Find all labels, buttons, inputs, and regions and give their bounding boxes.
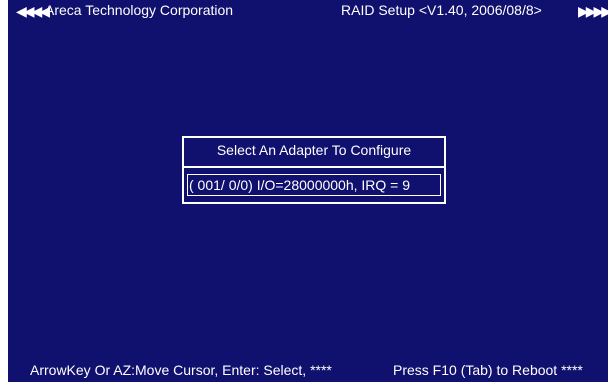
key-help-text: ArrowKey Or AZ:Move Cursor, Enter: Selec… (30, 362, 332, 378)
status-bar: ArrowKey Or AZ:Move Cursor, Enter: Selec… (8, 360, 608, 382)
bios-screen: ◀◀◀◀ Areca Technology Corporation RAID S… (8, 0, 608, 382)
setup-version-title: RAID Setup <V1.40, 2006/08/8> (341, 2, 542, 18)
left-arrow-icon: ◀◀◀◀ (16, 3, 50, 19)
title-bar: ◀◀◀◀ Areca Technology Corporation RAID S… (8, 0, 608, 22)
dialog-divider (184, 166, 444, 168)
right-arrow-icon: ▶▶▶▶ (578, 3, 608, 19)
adapter-select-dialog: Select An Adapter To Configure ( 001/ 0/… (182, 136, 446, 204)
reboot-help-text: Press F10 (Tab) to Reboot **** (393, 362, 583, 378)
adapter-list-item[interactable]: ( 001/ 0/0) I/O=28000000h, IRQ = 9 (187, 174, 441, 196)
dialog-title: Select An Adapter To Configure (216, 142, 412, 158)
company-title: Areca Technology Corporation (45, 2, 234, 18)
